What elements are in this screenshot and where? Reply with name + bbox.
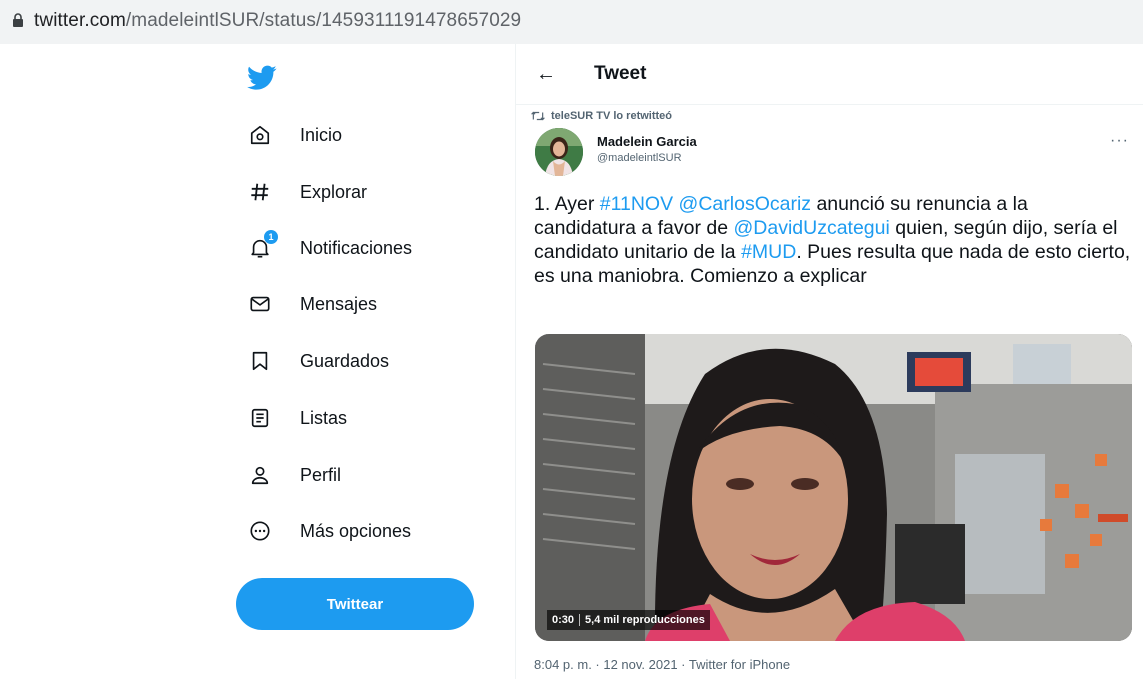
tweet-text-segment: 1. Ayer [534,193,600,215]
video-info-overlay: 0:30 5,4 mil reproducciones [547,610,710,630]
twitter-bird-icon[interactable] [247,65,277,91]
mention-link[interactable]: @CarlosOcariz [679,193,811,215]
browser-address-bar[interactable]: twitter.com/madeleintlSUR/status/1459311… [0,0,1143,44]
sidebar-item-label: Explorar [300,181,368,202]
sidebar-item-explorar[interactable]: Explorar [248,172,367,212]
video-player[interactable] [535,334,1132,641]
sidebar-item-notificaciones[interactable]: 1 Notificaciones [248,228,412,268]
retweeted-by-label: teleSUR TV lo retwitteó [551,110,673,122]
page-title: Tweet [594,63,647,84]
sidebar-item-label: Guardados [300,350,390,371]
person-icon [248,463,272,487]
retweet-context[interactable]: teleSUR TV lo retwitteó [531,110,672,122]
video-duration: 0:30 [547,614,581,626]
more-circle-icon [248,519,272,543]
sidebar-item-perfil[interactable]: Perfil [248,455,341,495]
avatar[interactable] [535,128,583,176]
sidebar-item-listas[interactable]: Listas [248,398,347,438]
sidebar-item-label: Notificaciones [300,237,413,258]
back-arrow-icon[interactable]: ← [536,64,556,84]
lock-icon [13,13,23,27]
video-views: 5,4 mil reproducciones [585,614,705,626]
tweet-text: 1. Ayer #11NOV @CarlosOcariz anunció su … [534,192,1134,288]
tweet-button[interactable]: Twittear [236,578,474,630]
url-text[interactable]: twitter.com/madeleintlSUR/status/1459311… [34,10,521,32]
hashtag-icon [248,180,272,204]
url-path: /madeleintlSUR/status/145931119147865702… [125,10,522,31]
column-divider [515,44,516,679]
tweet-timestamp[interactable]: 8:04 p. m. · 12 nov. 2021 · Twitter for … [534,657,790,672]
more-options-icon[interactable]: ··· [1110,132,1129,150]
sidebar-item-label: Más opciones [300,520,412,541]
list-icon [248,406,272,430]
sidebar-item-mensajes[interactable]: Mensajes [248,284,377,324]
sidebar-item-mas-opciones[interactable]: Más opciones [248,511,411,551]
sidebar-item-guardados[interactable]: Guardados [248,341,389,381]
retweet-icon [531,111,545,121]
hashtag-link[interactable]: #11NOV [600,193,673,215]
sidebar-item-label: Perfil [300,464,342,485]
sidebar-item-inicio[interactable]: Inicio [248,115,342,155]
hashtag-link[interactable]: #MUD [741,241,796,263]
sidebar-item-label: Listas [300,407,348,428]
video-thumbnail [535,334,1132,641]
author-handle[interactable]: @madeleintlSUR [597,152,682,164]
home-icon [248,123,272,147]
mention-link[interactable]: @DavidUzcategui [733,217,889,239]
bookmark-icon [248,349,272,373]
url-host: twitter.com [34,10,126,31]
bell-icon: 1 [248,230,278,260]
sidebar-item-label: Inicio [300,124,343,145]
envelope-icon [248,292,272,316]
author-name[interactable]: Madelein Garcia [597,134,697,149]
notification-badge: 1 [264,230,278,244]
sidebar-item-label: Mensajes [300,293,378,314]
header-divider [516,104,1143,105]
